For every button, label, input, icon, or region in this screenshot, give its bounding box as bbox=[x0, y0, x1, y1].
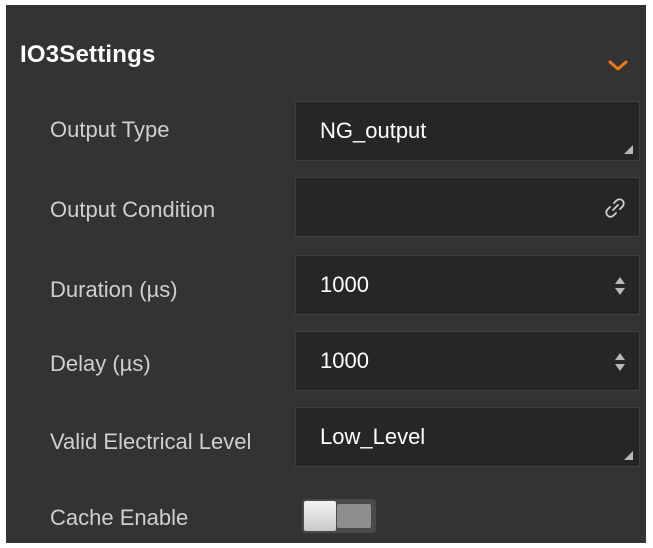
panel-header[interactable]: IO3Settings bbox=[6, 5, 646, 97]
output-condition-field[interactable] bbox=[295, 177, 640, 237]
output-condition-label: Output Condition bbox=[50, 197, 216, 222]
output-type-select[interactable]: NG_output bbox=[295, 101, 640, 161]
switch-knob[interactable] bbox=[304, 501, 336, 531]
valid-electrical-level-label: Valid Electrical Level bbox=[50, 429, 252, 454]
valid-electrical-level-value: Low_Level bbox=[320, 424, 426, 449]
cache-enable-label: Cache Enable bbox=[50, 505, 189, 530]
delay-spinbox[interactable]: 1000 bbox=[295, 331, 640, 391]
io3-settings-panel: IO3Settings Output Type NG_output Output… bbox=[6, 5, 646, 543]
delay-label: Delay (µs) bbox=[50, 351, 151, 376]
switch-track bbox=[337, 504, 371, 528]
duration-value: 1000 bbox=[320, 272, 369, 297]
chevron-down-icon[interactable] bbox=[606, 57, 630, 75]
spinner-arrows-icon[interactable] bbox=[613, 349, 627, 375]
dropdown-corner-icon bbox=[624, 145, 633, 154]
output-type-value: NG_output bbox=[320, 118, 427, 143]
duration-spinbox[interactable]: 1000 bbox=[295, 255, 640, 315]
link-icon[interactable] bbox=[603, 196, 627, 220]
output-type-label: Output Type bbox=[50, 117, 170, 142]
spinner-arrows-icon[interactable] bbox=[613, 273, 627, 299]
panel-title: IO3Settings bbox=[20, 41, 156, 68]
cache-enable-switch[interactable] bbox=[302, 499, 376, 533]
valid-electrical-level-select[interactable]: Low_Level bbox=[295, 407, 640, 467]
dropdown-corner-icon bbox=[624, 451, 633, 460]
delay-value: 1000 bbox=[320, 348, 369, 373]
duration-label: Duration (µs) bbox=[50, 277, 178, 302]
